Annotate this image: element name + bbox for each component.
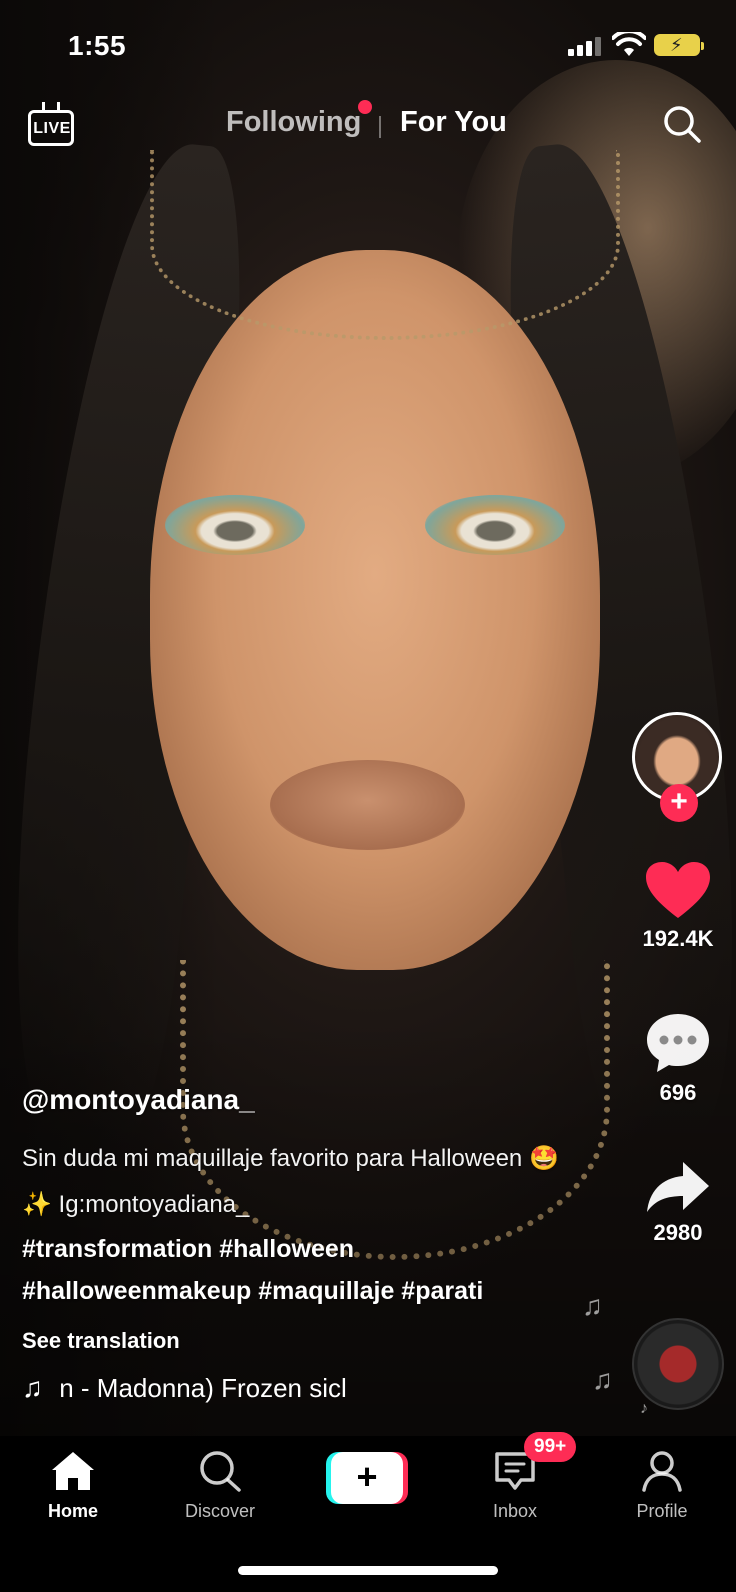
battery-charging-icon: ⚡ <box>654 34 704 56</box>
home-icon <box>52 1452 94 1490</box>
floating-note-icon: ♫ <box>582 1290 603 1321</box>
nav-profile[interactable]: Profile <box>607 1450 717 1522</box>
comment-icon <box>647 1014 709 1072</box>
video-eye-left <box>165 495 305 555</box>
create-button[interactable]: + <box>326 1452 408 1504</box>
video-lips <box>270 760 465 850</box>
video-caption: @montoyadiana_ Sin duda mi maquillaje fa… <box>22 1084 582 1354</box>
like-count: 192.4K <box>642 926 714 951</box>
music-disc[interactable] <box>632 1318 724 1410</box>
follow-plus-button[interactable]: + <box>660 784 698 822</box>
video-face <box>150 250 600 970</box>
nav-inbox-label: Inbox <box>492 1501 538 1521</box>
tab-following[interactable]: Following <box>226 106 361 139</box>
status-bar: 1:55 ⚡ <box>0 0 736 90</box>
status-time: 1:55 <box>68 30 127 61</box>
video-description: Sin duda mi maquillaje favorito para Hal… <box>22 1145 559 1218</box>
floating-note-icon: ♫ <box>592 1364 613 1395</box>
like-button[interactable]: 192.4K <box>626 860 730 952</box>
see-translation-link[interactable]: See translation <box>22 1328 582 1354</box>
nav-profile-label: Profile <box>636 1501 688 1521</box>
top-nav: LIVE Following For You <box>0 96 736 156</box>
nav-discover-label: Discover <box>184 1501 255 1521</box>
floating-note-icon: ♪ <box>640 1400 648 1417</box>
cellular-signal-icon <box>568 36 601 56</box>
creator-username[interactable]: @montoyadiana_ <box>22 1084 582 1116</box>
music-track-title: n - Madonna) Frozen sicl <box>59 1373 347 1403</box>
live-tv-icon[interactable]: LIVE <box>28 102 76 146</box>
share-count: 2980 <box>653 1220 703 1245</box>
nav-home-label: Home <box>47 1501 98 1521</box>
heart-icon <box>646 862 710 918</box>
video-hashtags[interactable]: #transformation #halloween #halloweenmak… <box>22 1228 582 1312</box>
live-label: LIVE <box>33 120 71 137</box>
profile-icon <box>642 1451 682 1492</box>
discover-search-icon <box>200 1451 241 1492</box>
home-indicator[interactable] <box>238 1566 498 1575</box>
tab-for-you[interactable]: For You <box>400 106 507 139</box>
search-icon[interactable] <box>662 104 702 144</box>
music-note-icon: ♫ <box>22 1372 43 1403</box>
comment-count: 696 <box>659 1080 697 1105</box>
wifi-icon <box>612 32 646 56</box>
video-head-chain <box>150 150 620 340</box>
video-eye-right <box>425 495 565 555</box>
plus-icon: + <box>331 1452 403 1504</box>
following-new-dot <box>358 100 372 114</box>
tab-divider <box>379 116 381 138</box>
share-button[interactable]: 2980 <box>626 1160 730 1246</box>
nav-discover[interactable]: Discover <box>165 1450 275 1522</box>
creator-avatar-group[interactable]: + <box>632 712 722 824</box>
music-ticker[interactable]: ♫ n - Madonna) Frozen sicl <box>22 1372 422 1408</box>
share-arrow-icon <box>647 1162 709 1212</box>
inbox-badge: 99+ <box>524 1432 577 1462</box>
comment-button[interactable]: 696 <box>626 1012 730 1106</box>
nav-home[interactable]: Home <box>18 1450 128 1522</box>
